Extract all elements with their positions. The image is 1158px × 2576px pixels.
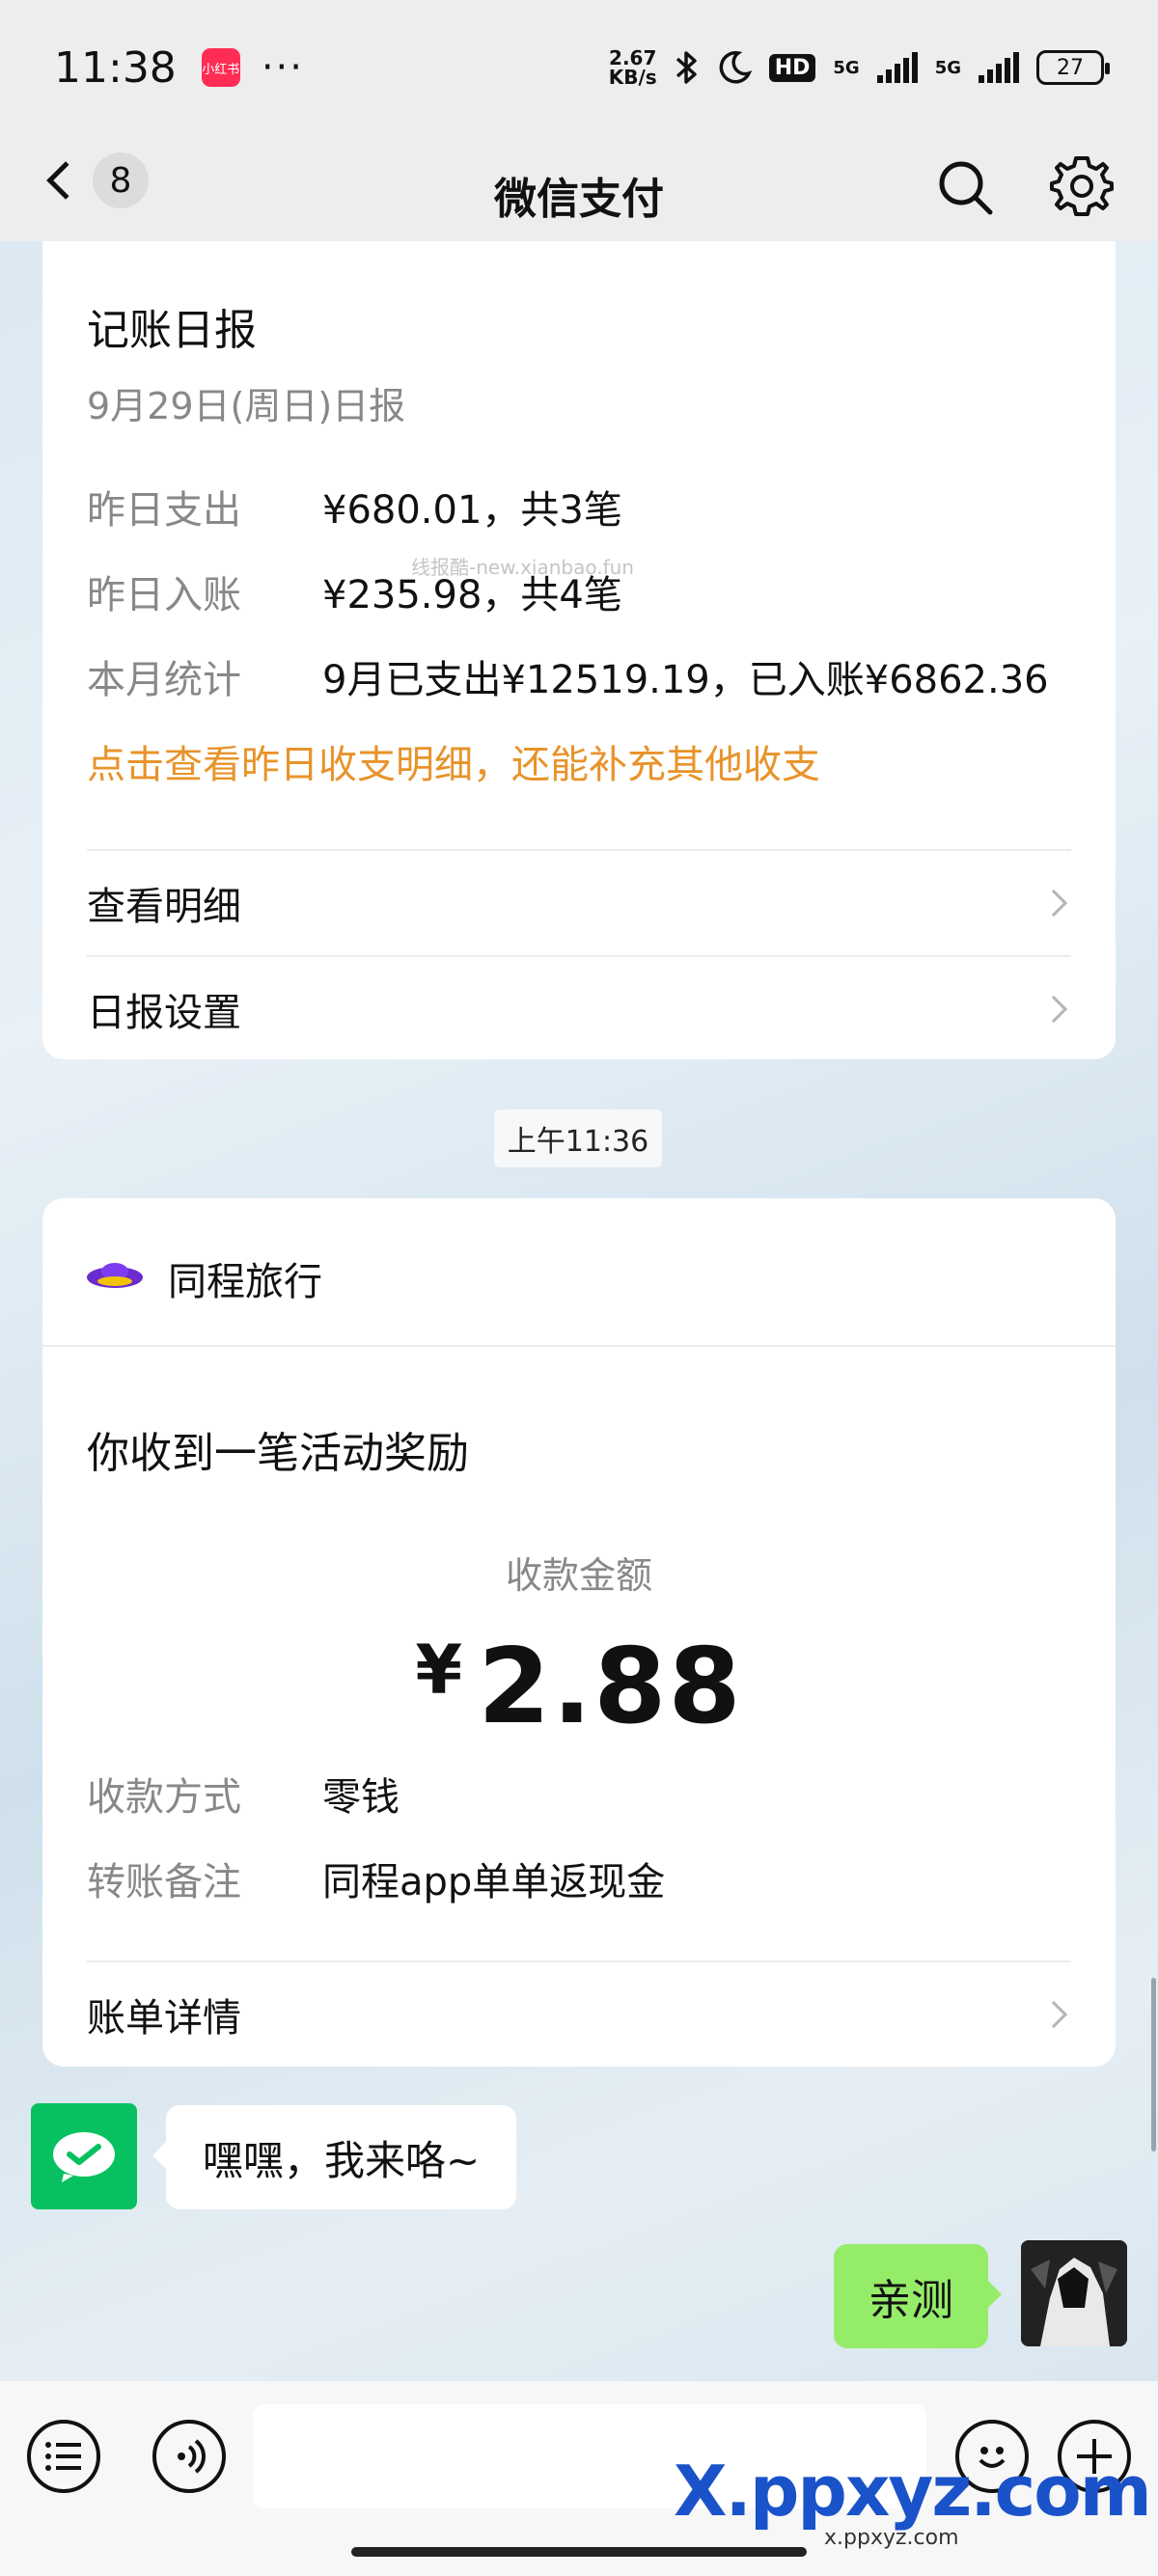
- network-speed-unit: KB/s: [608, 66, 657, 89]
- report-row-value: 9月已支出¥12519.19，已入账¥6862.36: [322, 658, 1049, 702]
- user-avatar[interactable]: [1021, 2240, 1127, 2346]
- report-settings-row[interactable]: 日报设置: [87, 957, 1071, 1061]
- daily-report-date: 9月29日(周日)日报: [87, 385, 406, 427]
- site-watermark-small: x.ppxyz.com: [824, 2526, 959, 2550]
- wechat-pay-check-icon: [53, 2132, 115, 2182]
- outgoing-message[interactable]: 亲测: [834, 2244, 1002, 2348]
- report-row-value: ¥680.01，共3笔: [322, 488, 622, 533]
- hd-voice-icon: HD: [768, 53, 816, 82]
- wechat-pay-avatar[interactable]: [31, 2103, 137, 2209]
- amount-value: ¥2.88: [42, 1627, 1116, 1747]
- signal-2-bars-icon: [979, 52, 1019, 83]
- search-icon[interactable]: [934, 156, 996, 218]
- payment-card[interactable]: 同程旅行 你收到一笔活动奖励 收款金额 ¥2.88 收款方式 零钱 转账备注 同…: [42, 1198, 1116, 2067]
- xiaohongshu-notification-icon: 小红书: [201, 48, 240, 87]
- bill-details-row[interactable]: 账单详情: [87, 1962, 1071, 2067]
- report-row-label: 本月统计: [87, 658, 241, 702]
- report-row-label: 昨日入账: [87, 573, 241, 617]
- signal-2-label: 5G: [934, 57, 961, 78]
- do-not-disturb-moon-icon: [719, 51, 752, 84]
- network-speed: 2.67 KB/s: [609, 48, 657, 87]
- chevron-right-icon: [1039, 889, 1068, 918]
- daily-report-card[interactable]: 记账日报 9月29日(周日)日报 昨日支出 ¥680.01，共3笔 线报酷-ne…: [42, 241, 1116, 1059]
- signal-1-bars-icon: [876, 52, 918, 83]
- network-speed-value: 2.67: [609, 46, 657, 69]
- status-bar: 11:38 小红书 ··· 2.67 KB/s HD 5G 5G 27: [0, 0, 1158, 135]
- battery-icon: 27: [1036, 50, 1110, 85]
- report-hint-link[interactable]: 点击查看昨日收支明细，还能补充其他收支: [87, 733, 820, 789]
- chevron-right-icon: [1039, 2000, 1068, 2029]
- payment-row-label: 转账备注: [87, 1860, 241, 1905]
- payment-row-label: 收款方式: [87, 1775, 241, 1820]
- more-notifications-icon: ···: [261, 45, 304, 90]
- back-chevron-icon: [46, 161, 85, 200]
- amount-label: 收款金额: [505, 1554, 652, 1597]
- merchant-name: 同程旅行: [168, 1260, 322, 1304]
- report-row-label: 昨日支出: [87, 488, 241, 533]
- amount-number: 2.88: [478, 1627, 743, 1747]
- currency-symbol: ¥: [415, 1631, 465, 1710]
- report-row-value: ¥235.98，共4笔: [322, 573, 622, 617]
- report-row-month: 本月统计 9月已支出¥12519.19，已入账¥6862.36: [87, 648, 1049, 704]
- voice-input-icon[interactable]: [152, 2420, 226, 2493]
- incoming-message[interactable]: 嘿嘿，我来咯~: [152, 2105, 517, 2209]
- payment-row-value: 同程app单单返现金: [322, 1860, 666, 1905]
- report-settings-label: 日报设置: [87, 991, 241, 1035]
- payment-row-value: 零钱: [322, 1775, 400, 1820]
- back-button[interactable]: 8: [39, 152, 149, 208]
- payment-title: 你收到一笔活动奖励: [87, 1429, 469, 1478]
- nav-bar: 8 微信支付: [0, 135, 1158, 241]
- report-row-expense: 昨日支出 ¥680.01，共3笔: [87, 479, 622, 534]
- bluetooth-icon: [676, 51, 697, 84]
- chevron-right-icon: [1039, 995, 1068, 1024]
- view-details-row[interactable]: 查看明细: [87, 851, 1071, 955]
- user-avatar-image: [1021, 2240, 1127, 2346]
- scrollbar[interactable]: [1151, 1978, 1156, 2151]
- status-indicators: 2.67 KB/s HD 5G 5G 27: [609, 48, 1110, 87]
- home-indicator[interactable]: [351, 2547, 807, 2557]
- menu-list-icon[interactable]: [27, 2420, 100, 2493]
- signal-1-label: 5G: [833, 57, 860, 78]
- message-timestamp: 上午11:36: [494, 1110, 662, 1167]
- bill-details-label: 账单详情: [87, 1996, 241, 2041]
- view-details-label: 查看明细: [87, 885, 241, 929]
- divider: [42, 1345, 1116, 1347]
- transfer-note-row: 转账备注 同程app单单返现金: [87, 1850, 665, 1906]
- status-time: 11:38: [54, 42, 177, 93]
- unread-count-badge: 8: [93, 152, 149, 208]
- payment-method-row: 收款方式 零钱: [87, 1766, 400, 1822]
- tongcheng-logo-icon: [87, 1263, 143, 1288]
- report-row-income: 昨日入账 ¥235.98，共4笔: [87, 563, 622, 619]
- daily-report-title: 记账日报: [87, 306, 257, 355]
- site-watermark: X.ppxyz.com: [674, 2451, 1152, 2532]
- gear-icon[interactable]: [1050, 154, 1114, 218]
